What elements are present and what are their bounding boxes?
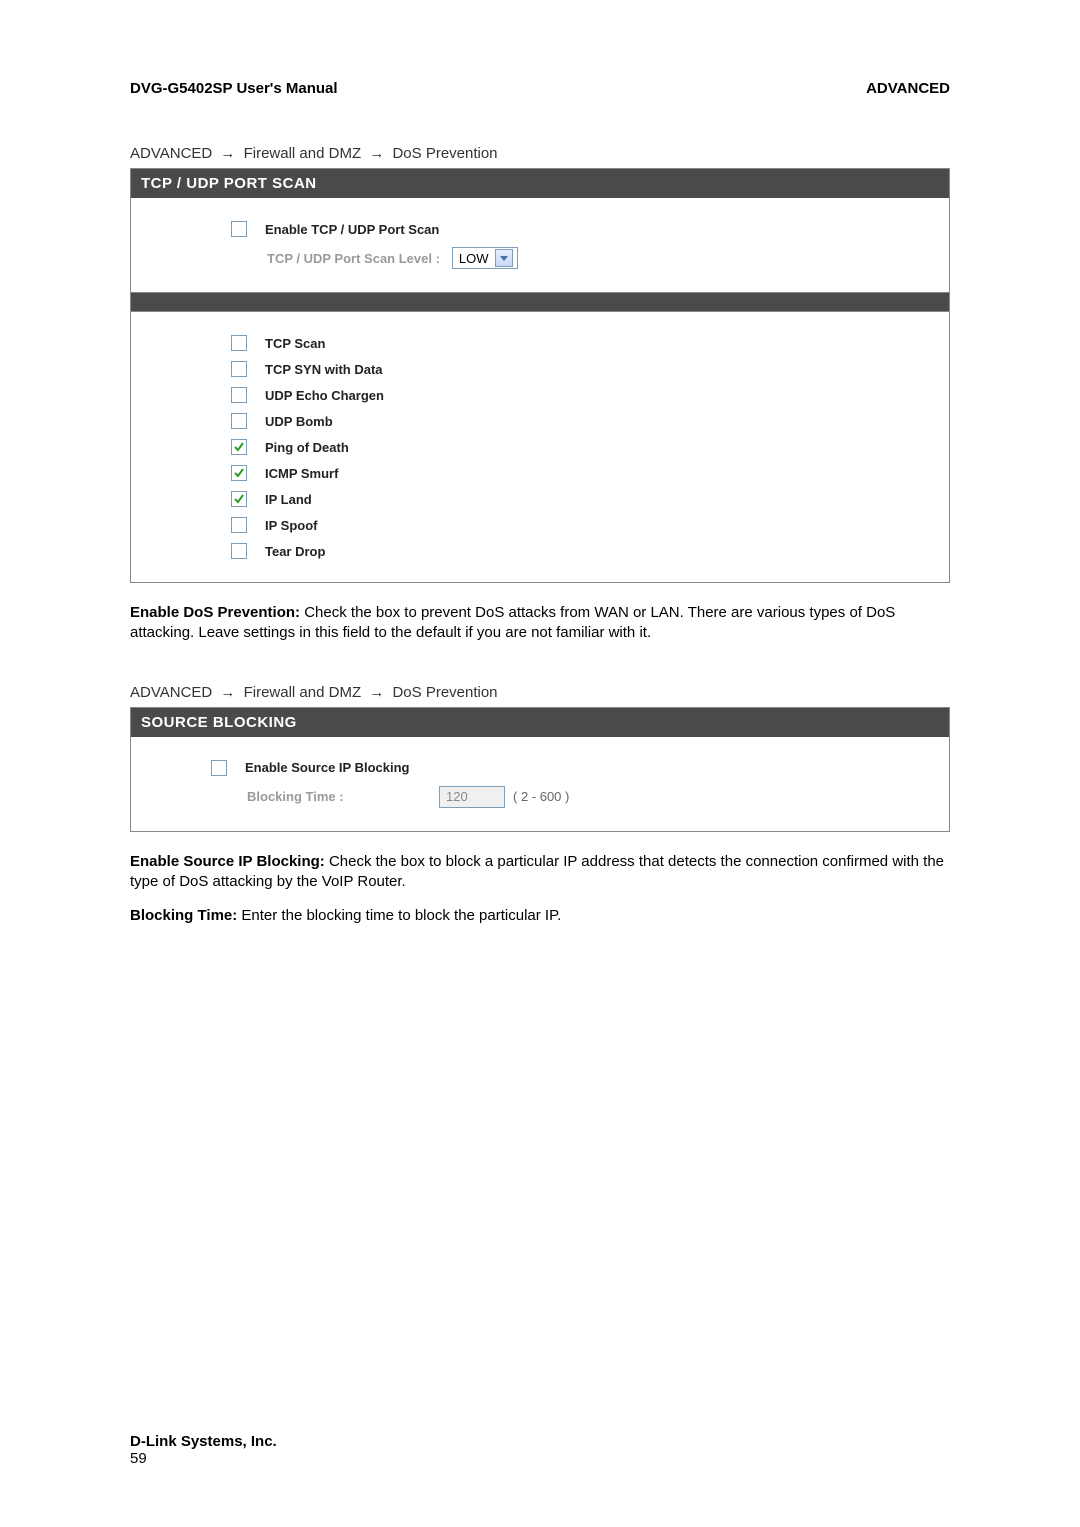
tcp-syn-label: TCP SYN with Data (265, 362, 383, 377)
port-scan-level-select[interactable]: LOW (452, 247, 518, 269)
udp-bomb-label: UDP Bomb (265, 414, 333, 429)
chevron-down-icon[interactable] (495, 249, 513, 267)
panel-port-scan-title: TCP / UDP PORT SCAN (131, 169, 949, 198)
crumb-advanced: ADVANCED (130, 145, 212, 162)
panel-source-blocking: SOURCE BLOCKING Enable Source IP Blockin… (130, 707, 950, 832)
icmp-smurf-checkbox[interactable] (231, 465, 247, 481)
breadcrumb: ADVANCED → Firewall and DMZ → DoS Preven… (130, 684, 950, 701)
blocking-time-label: Blocking Time : (247, 789, 427, 804)
panel-port-scan: TCP / UDP PORT SCAN Enable TCP / UDP Por… (130, 168, 950, 583)
panel-divider (131, 292, 949, 312)
crumb-firewall: Firewall and DMZ (244, 684, 362, 701)
crumb-advanced: ADVANCED (130, 684, 212, 701)
para-enable-source: Enable Source IP Blocking: Check the box… (130, 852, 950, 893)
breadcrumb: ADVANCED → Firewall and DMZ → DoS Preven… (130, 145, 950, 162)
panel-source-blocking-title: SOURCE BLOCKING (131, 708, 949, 737)
udp-echo-label: UDP Echo Chargen (265, 388, 384, 403)
enable-source-blocking-checkbox[interactable] (211, 760, 227, 776)
port-scan-level-label: TCP / UDP Port Scan Level : (267, 251, 440, 266)
ip-land-label: IP Land (265, 492, 312, 507)
tcp-syn-checkbox[interactable] (231, 361, 247, 377)
tcp-scan-checkbox[interactable] (231, 335, 247, 351)
manual-title: DVG-G5402SP User's Manual (130, 80, 338, 97)
enable-source-blocking-label: Enable Source IP Blocking (245, 760, 409, 775)
arrow-icon: → (216, 145, 239, 162)
footer-company: D-Link Systems, Inc. (130, 1433, 277, 1450)
tcp-scan-label: TCP Scan (265, 336, 325, 351)
ping-of-death-label: Ping of Death (265, 440, 349, 455)
arrow-icon: → (365, 145, 388, 162)
para-blocking-time-text: Enter the blocking time to block the par… (237, 907, 561, 924)
ip-land-checkbox[interactable] (231, 491, 247, 507)
para-enable-source-bold: Enable Source IP Blocking: (130, 853, 325, 870)
ip-spoof-label: IP Spoof (265, 518, 317, 533)
tear-drop-label: Tear Drop (265, 544, 325, 559)
ip-spoof-checkbox[interactable] (231, 517, 247, 533)
icmp-smurf-label: ICMP Smurf (265, 466, 338, 481)
para-enable-dos: Enable DoS Prevention: Check the box to … (130, 603, 950, 644)
footer-page-number: 59 (130, 1450, 277, 1467)
crumb-dos: DoS Prevention (392, 145, 497, 162)
arrow-icon: → (365, 684, 388, 701)
tear-drop-checkbox[interactable] (231, 543, 247, 559)
ping-of-death-checkbox[interactable] (231, 439, 247, 455)
arrow-icon: → (216, 684, 239, 701)
enable-port-scan-checkbox[interactable] (231, 221, 247, 237)
crumb-firewall: Firewall and DMZ (244, 145, 362, 162)
enable-port-scan-label: Enable TCP / UDP Port Scan (265, 222, 439, 237)
para-enable-dos-bold: Enable DoS Prevention: (130, 604, 300, 621)
para-blocking-time-bold: Blocking Time: (130, 907, 237, 924)
footer: D-Link Systems, Inc. 59 (130, 1433, 277, 1467)
port-scan-level-value: LOW (459, 251, 489, 266)
blocking-time-hint: ( 2 - 600 ) (513, 789, 569, 804)
para-blocking-time: Blocking Time: Enter the blocking time t… (130, 906, 950, 926)
crumb-dos: DoS Prevention (392, 684, 497, 701)
blocking-time-input[interactable] (439, 786, 505, 808)
udp-bomb-checkbox[interactable] (231, 413, 247, 429)
udp-echo-checkbox[interactable] (231, 387, 247, 403)
section-name: ADVANCED (866, 80, 950, 97)
